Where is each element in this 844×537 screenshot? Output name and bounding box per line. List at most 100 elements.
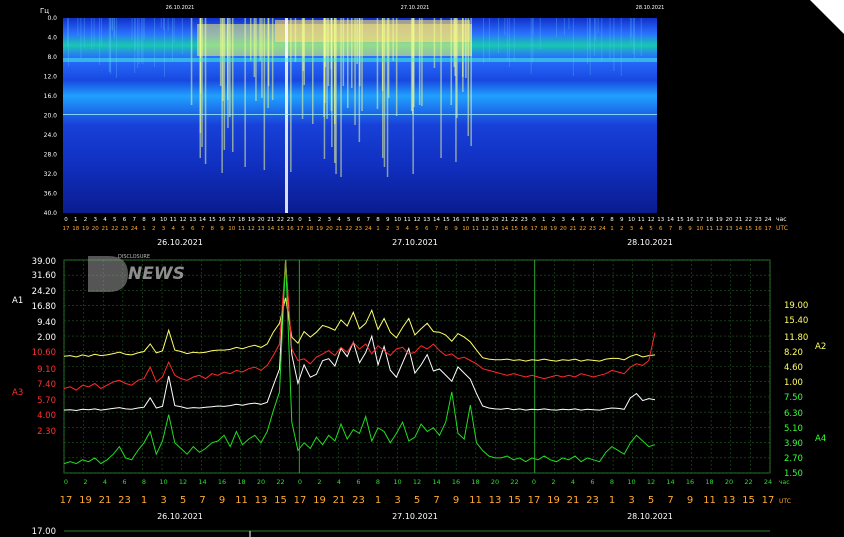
spectrogram-hour-top: 20 [258, 217, 265, 223]
spectrogram-streak [138, 18, 140, 64]
spectrogram-streak [539, 18, 541, 49]
spectrogram-hour-top: 11 [404, 217, 411, 223]
x-hour-top: 10 [393, 478, 401, 486]
spectrogram-hour-top: 23 [287, 217, 294, 223]
spectrogram-streak [335, 18, 337, 174]
spectrogram-hour-top: 10 [160, 217, 167, 223]
spectrogram-streak [381, 18, 384, 91]
x-hour-bottom: 1 [375, 495, 381, 506]
spectrogram-hour-top: 19 [716, 217, 723, 223]
spectrogram-hour-bottom: 13 [492, 226, 499, 232]
spectrogram-y-tick: 28.0 [44, 152, 58, 159]
spectrogram-hour-bottom: 2 [386, 226, 390, 232]
right-axis-tick: 3.90 [784, 439, 803, 449]
x-hour-top: 12 [179, 478, 187, 486]
spectrogram-streak [143, 18, 145, 39]
spectrogram-y-tick: 24.0 [44, 132, 58, 139]
spectrogram-hour-top: 21 [267, 217, 274, 223]
spectrogram-hour-top: 12 [648, 217, 655, 223]
series-label-a1: A1 [12, 296, 23, 306]
x-hour-top: 6 [122, 478, 126, 486]
spectrogram-streak [630, 18, 632, 44]
spectrogram-hour-top: 23 [521, 217, 528, 223]
spectrogram-streak [93, 18, 95, 46]
spectrogram-hour-top: 7 [601, 217, 605, 223]
left-axis-tick: 2.30 [37, 427, 56, 437]
spectrogram-streak [532, 18, 534, 63]
spectrogram-hour-top: 22 [277, 217, 284, 223]
x-hour-bottom: 7 [667, 495, 673, 506]
x-hour-bottom: 13 [489, 495, 502, 506]
spectrogram-streak [259, 18, 261, 61]
x-hour-bottom: 19 [547, 495, 560, 506]
spectrogram-hour-top: 14 [199, 217, 206, 223]
spectrogram-hour-top: 19 [248, 217, 255, 223]
spectrogram-hour-bottom: 4 [640, 226, 644, 232]
x-hour-top: 4 [571, 478, 575, 486]
spectrogram-hour-top: 13 [657, 217, 664, 223]
right-axis-tick: 7.50 [784, 393, 803, 403]
amplitude-date: 28.10.2021 [627, 512, 673, 521]
spectrogram-streak [465, 18, 467, 78]
spectrogram-streak [77, 18, 79, 36]
x-hour-top: 2 [317, 478, 321, 486]
x-hour-bottom: 5 [648, 495, 654, 506]
series-label-a3: A3 [12, 388, 23, 398]
x-hour-bottom: 13 [255, 495, 268, 506]
x-hour-top: 22 [276, 478, 284, 486]
spectrogram-hour-bottom: 8 [445, 226, 449, 232]
spectrogram-streak [116, 18, 117, 78]
spectrogram-streak [244, 18, 246, 167]
spectrogram-streak [342, 18, 345, 86]
amplitude-chart: 39.00 31.60 24.20 16.80 9.40 2.00 10.60 9.10 7.4… [12, 254, 826, 537]
spectrogram-hour-top: 3 [328, 217, 332, 223]
spectrogram-hour-bottom: 19 [316, 226, 323, 232]
spectrogram-hour-top: 14 [433, 217, 440, 223]
x-hour-top: 14 [198, 478, 206, 486]
spectrogram-streak [470, 18, 472, 146]
spectrogram-hour-top: 10 [394, 217, 401, 223]
spectrogram-hour-bottom: 21 [570, 226, 577, 232]
spectrogram-hour-top: 8 [142, 217, 146, 223]
spectrogram-hour-top: 9 [620, 217, 624, 223]
spectrogram-streak [219, 18, 222, 86]
spectrogram-hour-bottom: 16 [521, 226, 528, 232]
spectrogram-date-top: 26.10.2021 [166, 5, 195, 11]
spectrogram-hour-bottom: 21 [102, 226, 109, 232]
x-hour-bottom: 23 [586, 495, 599, 506]
x-hour-top: 20 [257, 478, 265, 486]
spectrogram-hour-top: 4 [337, 217, 341, 223]
x-hour-top: 0 [298, 478, 302, 486]
right-axis-tick: 5.10 [784, 424, 803, 434]
spectrogram-spike-line [285, 18, 288, 213]
x-hour-bottom: 23 [118, 495, 131, 506]
x-hour-bottom: 11 [469, 495, 482, 506]
spectrogram-hour-bottom: 24 [365, 226, 372, 232]
spectrogram-hour-bottom: 16 [287, 226, 294, 232]
spectrogram-hour-bottom: 20 [326, 226, 333, 232]
spectrogram-hour-top: 16 [687, 217, 694, 223]
spectrogram-streak [83, 18, 85, 47]
spectrogram-date-bottom: 26.10.2021 [157, 238, 203, 247]
left-axis-tick: 7.40 [37, 380, 56, 390]
schumann-resonance-page: Гц 0.0 4.0 8.0 12.0 16.0 20.0 24.0 28.0 32.0 36.0… [0, 0, 844, 537]
spectrogram-hour-top: 0 [532, 217, 536, 223]
spectrogram-streak [454, 18, 456, 76]
spectrogram-streak [361, 18, 363, 111]
spectrogram-hour-top: 12 [180, 217, 187, 223]
spectrogram-hour-bottom: 6 [191, 226, 195, 232]
spectrogram-hour-bottom: 2 [152, 226, 156, 232]
spectrogram-streak [160, 18, 162, 28]
spectrogram-hour-bottom: 18 [72, 226, 79, 232]
spectrogram-hour-bottom: 1 [610, 226, 614, 232]
spectrogram-hour-top: 5 [347, 217, 351, 223]
spectrogram-hour-top: 1 [308, 217, 312, 223]
x-hour-bottom: 17 [528, 495, 541, 506]
x-hour-top: 22 [744, 478, 752, 486]
spectrogram-streak [632, 18, 634, 54]
right-axis-tick: 8.20 [784, 348, 803, 358]
x-hour-bottom: 3 [160, 495, 166, 506]
spectrogram-hour-top: 2 [552, 217, 556, 223]
spectrogram-streak [267, 18, 270, 86]
spectrogram-hour-bottom: 11 [238, 226, 245, 232]
